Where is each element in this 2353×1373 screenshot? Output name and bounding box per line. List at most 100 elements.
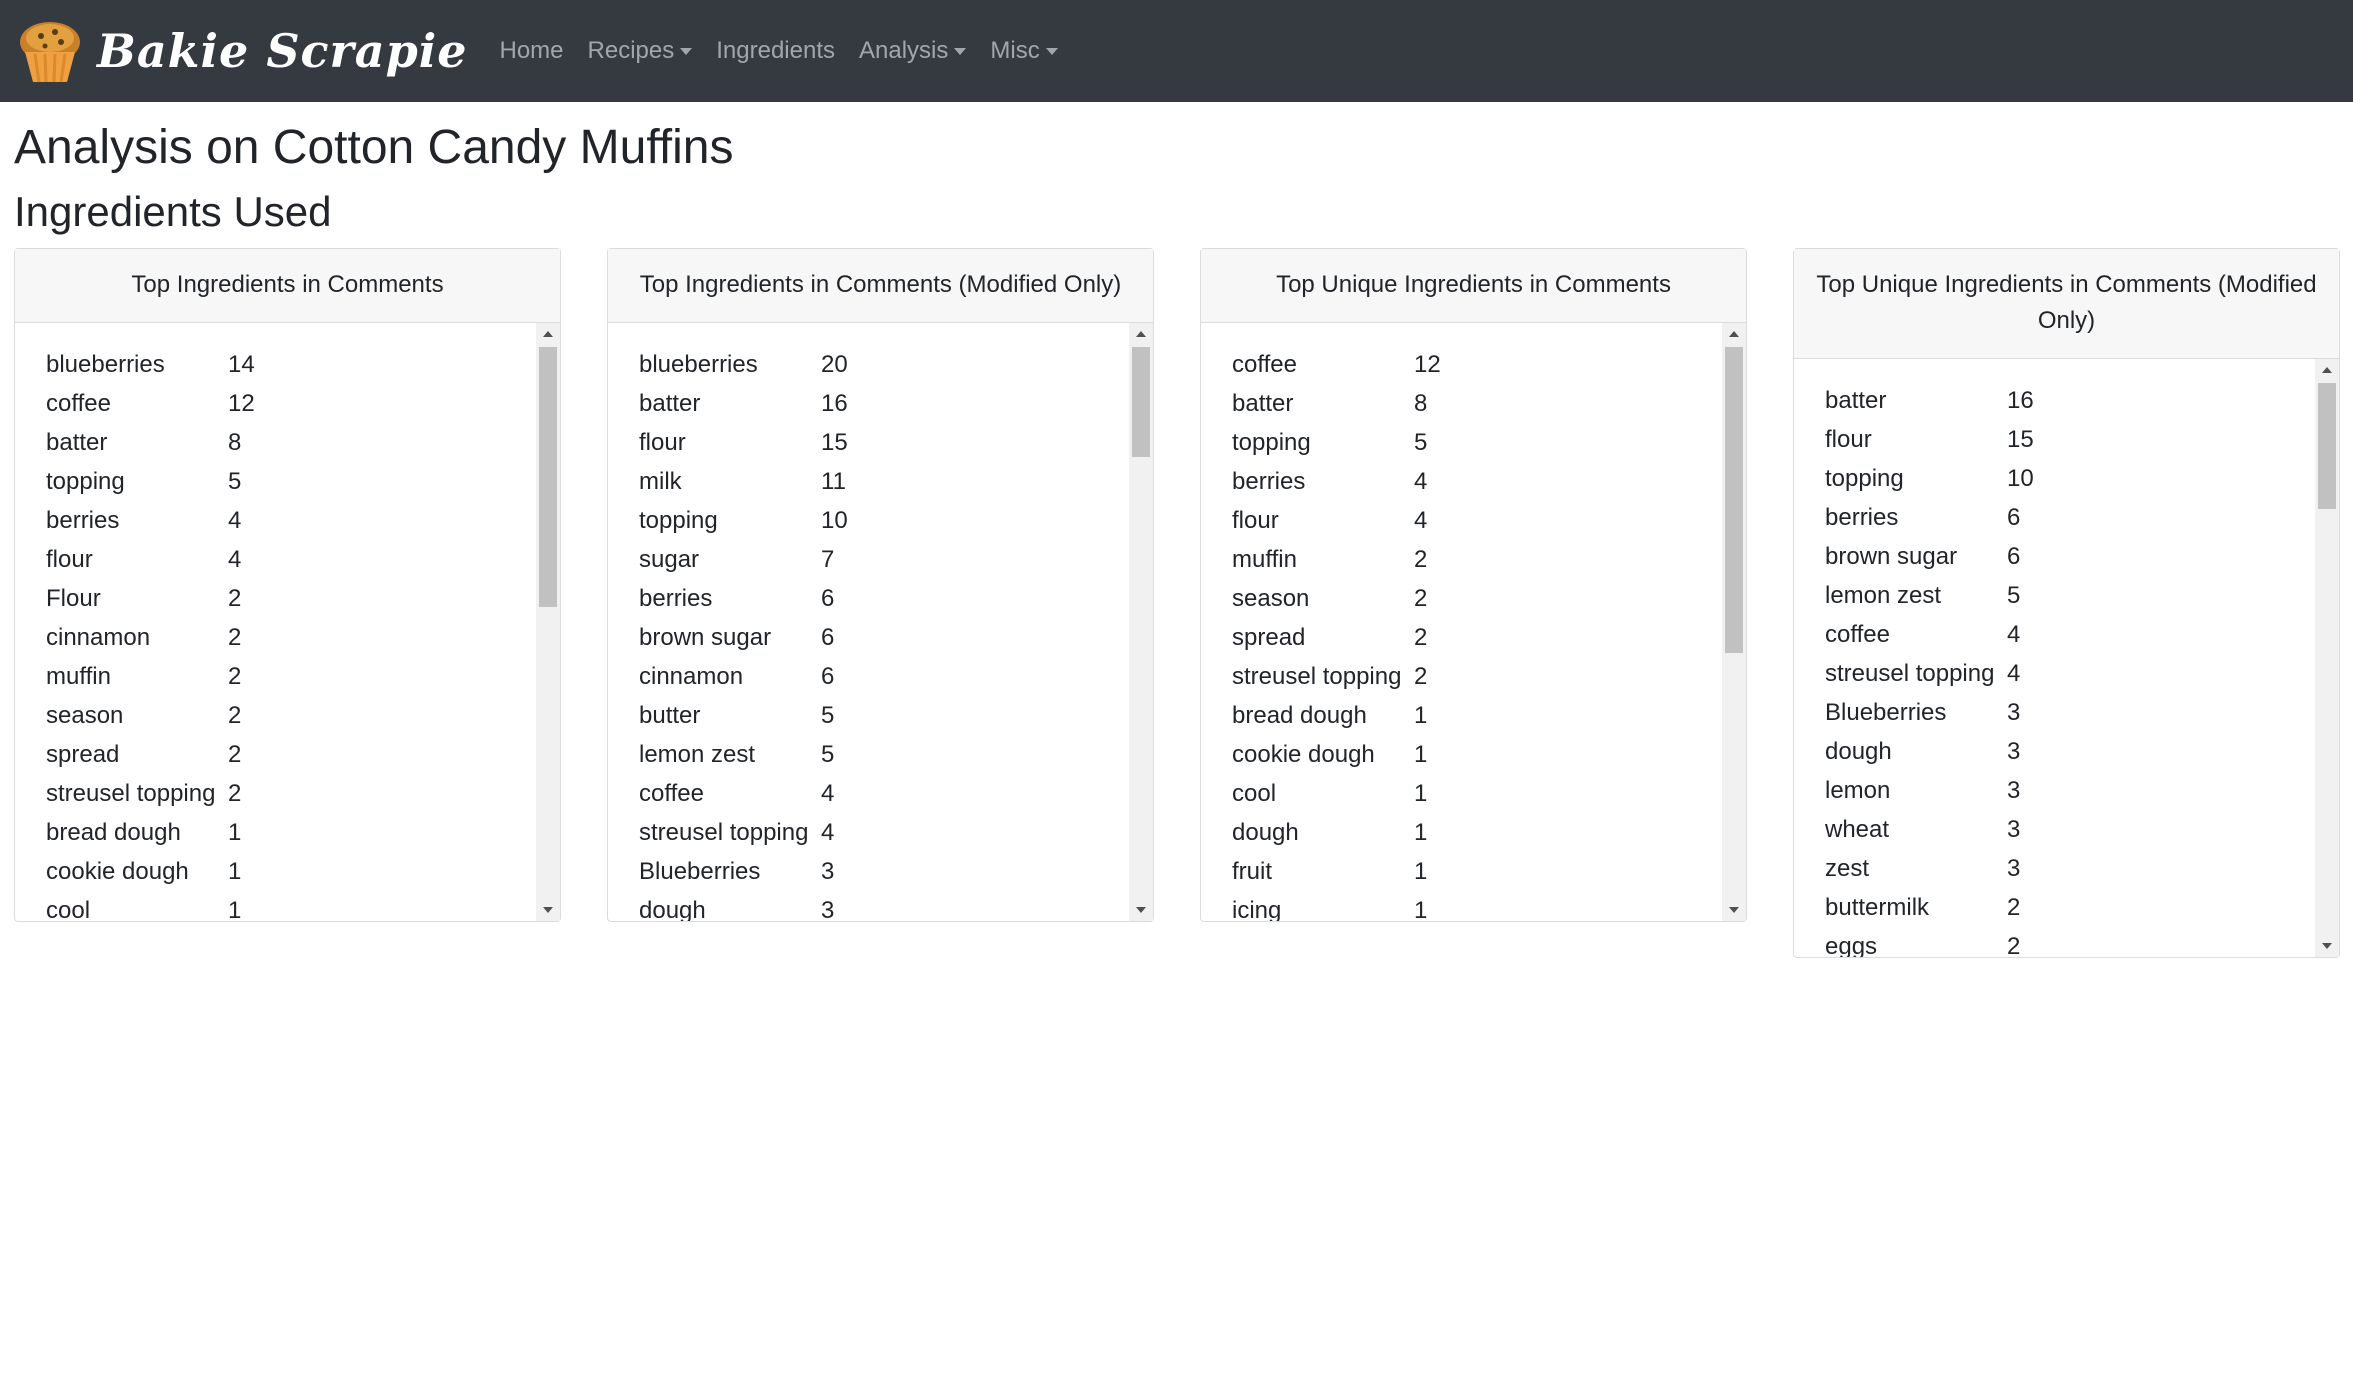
ingredient-count: 3 [2007, 777, 2021, 804]
ingredient-count: 2 [2007, 894, 2021, 921]
nav-home[interactable]: Home [488, 37, 576, 65]
ingredient-list[interactable]: blueberries 14 coffee 12 batter 8 topping 5 berr… [15, 323, 560, 921]
list-item: berries 4 [1232, 462, 1746, 501]
ingredient-name: cookie dough [46, 858, 189, 885]
ingredient-name: berries [1825, 504, 1899, 531]
ingredient-name: bread dough [1232, 702, 1367, 729]
scroll-up-arrow-icon[interactable] [2322, 367, 2332, 373]
list-item: icing 1 [1232, 891, 1746, 921]
list-item: dough 3 [1825, 732, 2339, 771]
ingredient-name: season [1232, 585, 1310, 612]
ingredient-name: spread [46, 741, 120, 768]
list-item: topping 10 [1825, 459, 2339, 498]
scrollbar-thumb[interactable] [1132, 347, 1150, 457]
list-item: cinnamon 2 [46, 618, 560, 657]
ingredient-count: 4 [2007, 660, 2021, 687]
ingredient-count: 7 [821, 546, 835, 573]
ingredient-list[interactable]: blueberries 20 batter 16 flour 15 milk 11 toppin… [608, 323, 1153, 921]
nav-recipes-dropdown[interactable]: Recipes [576, 37, 705, 65]
scrollbar-thumb[interactable] [539, 347, 557, 607]
list-item: flour 4 [1232, 501, 1746, 540]
ingredient-name: fruit [1232, 858, 1273, 885]
list-item: butter 5 [639, 696, 1153, 735]
ingredient-name: flour [1232, 507, 1279, 534]
ingredient-name: muffin [46, 663, 111, 690]
nav-ingredients[interactable]: Ingredients [704, 37, 847, 65]
list-item: batter 16 [1825, 381, 2339, 420]
nav-analysis-dropdown[interactable]: Analysis [847, 37, 978, 65]
ingredient-count: 2 [228, 663, 242, 690]
ingredient-name: lemon zest [1825, 582, 1942, 609]
list-item: streusel topping 2 [1232, 657, 1746, 696]
ingredient-name: topping [1232, 429, 1311, 456]
scroll-down-arrow-icon[interactable] [1729, 907, 1739, 913]
ingredient-count: 1 [1414, 897, 1428, 921]
cards-row: Top Ingredients in Comments blueberries 1… [14, 248, 2340, 968]
ingredient-name: dough [639, 897, 706, 921]
list-item: cookie dough 1 [1232, 735, 1746, 774]
list-item: batter 8 [46, 423, 560, 462]
ingredient-count: 3 [2007, 738, 2021, 765]
ingredient-count: 12 [228, 390, 255, 417]
list-item: flour 15 [639, 423, 1153, 462]
ingredient-list[interactable]: batter 16 flour 15 topping 10 berries 6 brown su… [1794, 359, 2339, 957]
ingredient-count: 5 [2007, 582, 2021, 609]
ingredient-name: season [46, 702, 124, 729]
ingredient-count: 3 [821, 858, 835, 885]
ingredient-count: 3 [821, 897, 835, 921]
ingredient-name: berries [639, 585, 713, 612]
scroll-up-arrow-icon[interactable] [1136, 331, 1146, 337]
ingredient-name: milk [639, 468, 682, 495]
ingredient-name: streusel topping [639, 819, 809, 846]
scrollbar[interactable] [1129, 323, 1153, 921]
ingredient-name: batter [1825, 387, 1887, 414]
brand-link[interactable]: Bakie Scrapie [15, 16, 468, 86]
navbar: Bakie Scrapie Home Recipes Ingredients A… [0, 0, 2353, 102]
nav-misc-dropdown[interactable]: Misc [978, 37, 1069, 65]
scrollbar-thumb[interactable] [1725, 347, 1743, 653]
ingredient-count: 5 [821, 702, 835, 729]
ingredient-name: cookie dough [1232, 741, 1375, 768]
ingredient-list[interactable]: coffee 12 batter 8 topping 5 berries 4 flour 4 muf… [1201, 323, 1746, 921]
scrollbar-thumb[interactable] [2318, 383, 2336, 509]
list-item: berries 6 [1825, 498, 2339, 537]
caret-down-icon [680, 47, 693, 55]
list-item: season 2 [1232, 579, 1746, 618]
ingredient-name: bread dough [46, 819, 181, 846]
scroll-up-arrow-icon[interactable] [1729, 331, 1739, 337]
list-item: sugar 7 [639, 540, 1153, 579]
list-item: Flour 2 [46, 579, 560, 618]
ingredient-name: lemon zest [639, 741, 756, 768]
ingredient-count: 4 [228, 507, 242, 534]
list-item: dough 3 [639, 891, 1153, 921]
scrollbar[interactable] [1722, 323, 1746, 921]
scrollbar[interactable] [536, 323, 560, 921]
list-item: streusel topping 2 [46, 774, 560, 813]
list-item: milk 11 [639, 462, 1153, 501]
ingredient-name: blueberries [639, 351, 758, 378]
scroll-down-arrow-icon[interactable] [1136, 907, 1146, 913]
scroll-down-arrow-icon[interactable] [2322, 943, 2332, 949]
card-top-unique-ingredients-modified: Top Unique Ingredients in Comments (Modi… [1793, 248, 2340, 958]
ingredient-name: cinnamon [639, 663, 744, 690]
ingredient-count: 14 [228, 351, 255, 378]
section-title: Ingredients Used [14, 188, 332, 235]
ingredient-name: cinnamon [46, 624, 151, 651]
ingredient-count: 16 [821, 390, 848, 417]
card-top-ingredients-modified: Top Ingredients in Comments (Modified On… [607, 248, 1154, 922]
ingredient-count: 2 [228, 741, 242, 768]
ingredient-count: 15 [821, 429, 848, 456]
list-item: zest 3 [1825, 849, 2339, 888]
ingredient-name: cool [46, 897, 91, 921]
list-item: coffee 12 [46, 384, 560, 423]
ingredient-name: coffee [46, 390, 111, 417]
ingredient-name: wheat [1825, 816, 1890, 843]
ingredient-name: topping [1825, 465, 1904, 492]
scroll-up-arrow-icon[interactable] [543, 331, 553, 337]
ingredient-count: 2 [2007, 933, 2021, 957]
ingredient-name: berries [1232, 468, 1306, 495]
scrollbar[interactable] [2315, 359, 2339, 957]
caret-down-icon [1045, 47, 1058, 55]
list-item: topping 5 [1232, 423, 1746, 462]
scroll-down-arrow-icon[interactable] [543, 907, 553, 913]
